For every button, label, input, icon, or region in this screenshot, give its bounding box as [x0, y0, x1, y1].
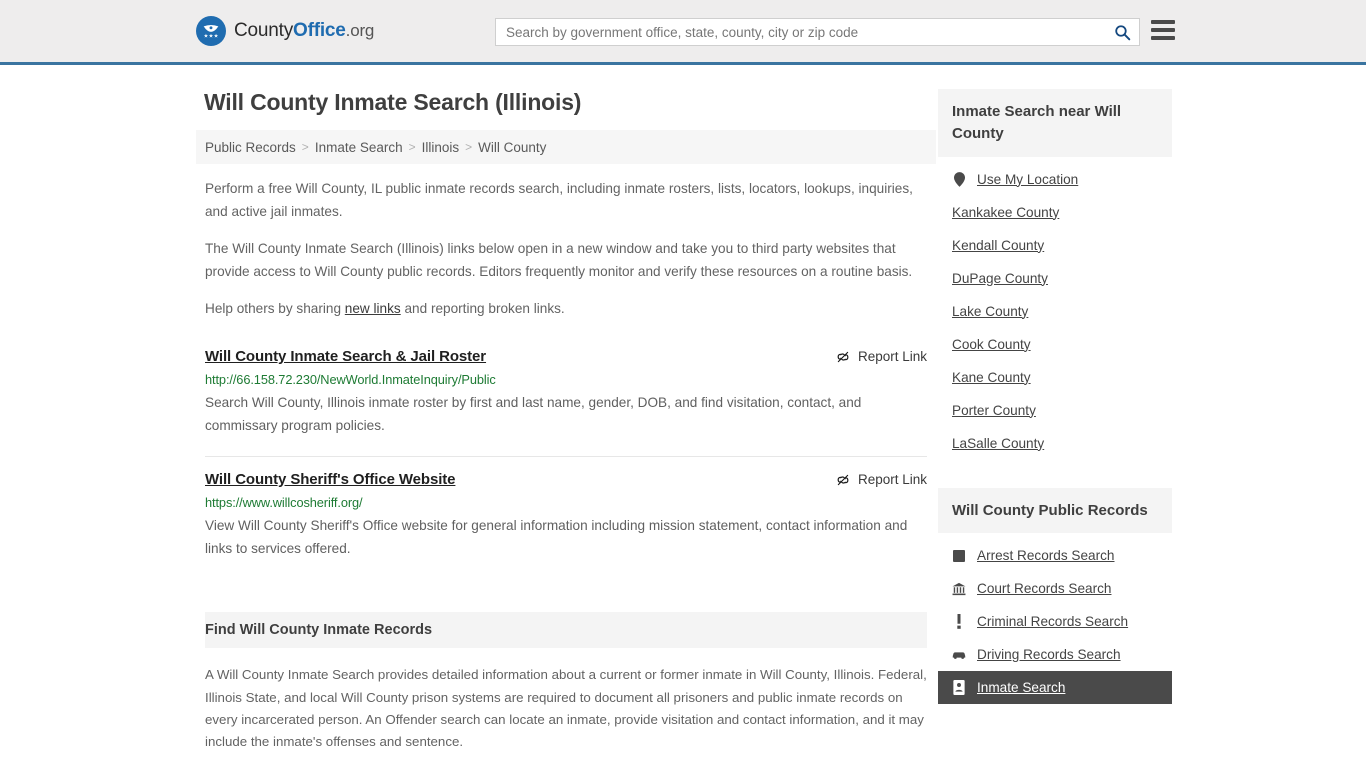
listing-description: Search Will County, Illinois inmate rost… [205, 394, 862, 434]
link-listings: Will County Inmate Search & Jail Roster … [196, 342, 936, 579]
breadcrumb-item-public-records[interactable]: Public Records [205, 140, 296, 155]
sidebar-item-lasalle-county[interactable]: LaSalle County [938, 427, 1172, 460]
listing-description: View Will County Sheriff's Office websit… [205, 517, 908, 556]
main-column: Will County Inmate Search (Illinois) Pub… [196, 65, 936, 768]
intro-p3-post: and reporting broken links. [400, 300, 565, 316]
page-title: Will County Inmate Search (Illinois) [204, 89, 582, 115]
sidebar-link[interactable]: Kankakee County [952, 205, 1059, 220]
sidebar-link[interactable]: Lake County [952, 304, 1028, 319]
sidebar-link[interactable]: Kane County [952, 370, 1031, 385]
breadcrumb-separator: > [301, 140, 309, 154]
breadcrumb-item-inmate-search[interactable]: Inmate Search [315, 140, 403, 155]
broken-link-icon [837, 351, 849, 363]
search-button[interactable] [1105, 19, 1139, 45]
sidebar-item-kankakee-county[interactable]: Kankakee County [938, 196, 1172, 229]
exclamation-icon [952, 614, 966, 630]
breadcrumb-item-illinois[interactable]: Illinois [422, 140, 460, 155]
sidebar-item-kane-county[interactable]: Kane County [938, 361, 1172, 394]
sidebar-near-heading: Inmate Search near Will County [938, 89, 1172, 157]
find-records-panel: Find Will County Inmate Records A Will C… [196, 612, 936, 768]
sidebar-records-list: Arrest Records Search Court Records Sear… [938, 539, 1172, 705]
sidebar-link[interactable]: Kendall County [952, 238, 1044, 253]
sidebar-item-porter-county[interactable]: Porter County [938, 394, 1172, 427]
find-records-heading-text: Find Will County Inmate Records [205, 622, 433, 639]
broken-link-icon [837, 474, 849, 485]
listing-url: https://www.willcosheriff.org/ [205, 494, 363, 510]
intro-p3-pre: Help others by sharing [205, 300, 345, 316]
find-records-body: A Will County Inmate Search provides det… [205, 664, 927, 768]
brand-county: County [234, 20, 294, 41]
intro-paragraph-2: The Will County Inmate Search (Illinois)… [205, 240, 913, 280]
sidebar-item-cook-county[interactable]: Cook County [938, 328, 1172, 361]
courthouse-icon [952, 582, 966, 596]
car-icon [952, 649, 966, 660]
intro-section: Perform a free Will County, IL public in… [196, 177, 936, 320]
map-pin-icon [952, 171, 966, 187]
sidebar-item-criminal-records-search[interactable]: Criminal Records Search [938, 605, 1172, 638]
id-card-icon [952, 680, 966, 696]
listing-title-link[interactable]: Will County Inmate Search & Jail Roster [205, 348, 486, 365]
search-icon [1114, 24, 1130, 40]
sidebar-item-dupage-county[interactable]: DuPage County [938, 262, 1172, 295]
sidebar-link[interactable]: Cook County [952, 337, 1031, 352]
listing-item: Will County Sheriff's Office Website Rep… [205, 457, 927, 579]
intro-paragraph-3: Help others by sharing new links and rep… [205, 297, 927, 320]
listing-url: http://66.158.72.230/NewWorld.InmateInqu… [205, 371, 496, 387]
sidebar-link[interactable]: Court Records Search [977, 581, 1111, 596]
listing-header: Will County Sheriff's Office Website Rep… [205, 471, 927, 488]
page-body: Will County Inmate Search (Illinois) Pub… [0, 65, 1366, 768]
site-header: CountyOffice.org [0, 0, 1366, 65]
search-bar [495, 18, 1140, 46]
hamburger-menu-icon[interactable] [1151, 20, 1175, 40]
sidebar-near-list: Use My Location Kankakee County Kendall … [938, 163, 1172, 460]
breadcrumb-separator: > [408, 140, 416, 154]
sidebar-link[interactable]: Porter County [952, 403, 1036, 418]
sidebar-records-heading: Will County Public Records [938, 487, 1172, 534]
find-records-paragraph: A Will County Inmate Search provides det… [205, 667, 927, 750]
site-logo-link[interactable]: CountyOffice.org [196, 16, 374, 46]
sidebar-item-court-records-search[interactable]: Court Records Search [938, 572, 1172, 605]
report-link-label: Report Link [857, 472, 927, 488]
report-link-label: Report Link [857, 349, 927, 365]
new-links-link[interactable]: new links [345, 301, 401, 316]
sidebar-item-use-my-location[interactable]: Use My Location [938, 163, 1172, 196]
sidebar-link[interactable]: Use My Location [977, 172, 1078, 187]
breadcrumb: Public Records > Inmate Search > Illinoi… [196, 130, 936, 164]
listing-title-link[interactable]: Will County Sheriff's Office Website [205, 471, 456, 488]
find-records-heading: Find Will County Inmate Records [205, 612, 927, 649]
breadcrumb-separator: > [465, 140, 473, 154]
sidebar-link[interactable]: LaSalle County [952, 436, 1044, 451]
sidebar-link[interactable]: Arrest Records Search [977, 548, 1115, 563]
sidebar-item-lake-county[interactable]: Lake County [938, 295, 1172, 328]
listing-item: Will County Inmate Search & Jail Roster … [205, 342, 927, 457]
sidebar-item-kendall-county[interactable]: Kendall County [938, 229, 1172, 262]
report-link-button[interactable]: Report Link [835, 471, 927, 488]
brand-tld: .org [345, 21, 375, 40]
search-input[interactable] [496, 19, 1105, 45]
sidebar-item-inmate-search[interactable]: Inmate Search [938, 671, 1172, 705]
sidebar-link[interactable]: Inmate Search [977, 680, 1065, 695]
sidebar-link[interactable]: Driving Records Search [977, 647, 1121, 662]
fingerprint-icon [952, 549, 966, 562]
sidebar-records-block: Will County Public Records Arrest Record… [938, 487, 1172, 705]
sidebar-link[interactable]: Criminal Records Search [977, 614, 1128, 629]
sidebar-link[interactable]: DuPage County [952, 271, 1048, 286]
eagle-shield-icon [196, 16, 226, 46]
site-brand-text: CountyOffice.org [234, 20, 374, 42]
breadcrumb-item-will-county[interactable]: Will County [478, 140, 546, 155]
listing-header: Will County Inmate Search & Jail Roster … [205, 348, 927, 365]
report-link-button[interactable]: Report Link [835, 348, 927, 365]
sidebar: Inmate Search near Will County Use My Lo… [938, 89, 1172, 705]
sidebar-item-driving-records-search[interactable]: Driving Records Search [938, 638, 1172, 671]
sidebar-item-arrest-records-search[interactable]: Arrest Records Search [938, 539, 1172, 572]
intro-paragraph-1: Perform a free Will County, IL public in… [205, 181, 913, 220]
brand-office: Office [293, 20, 346, 41]
